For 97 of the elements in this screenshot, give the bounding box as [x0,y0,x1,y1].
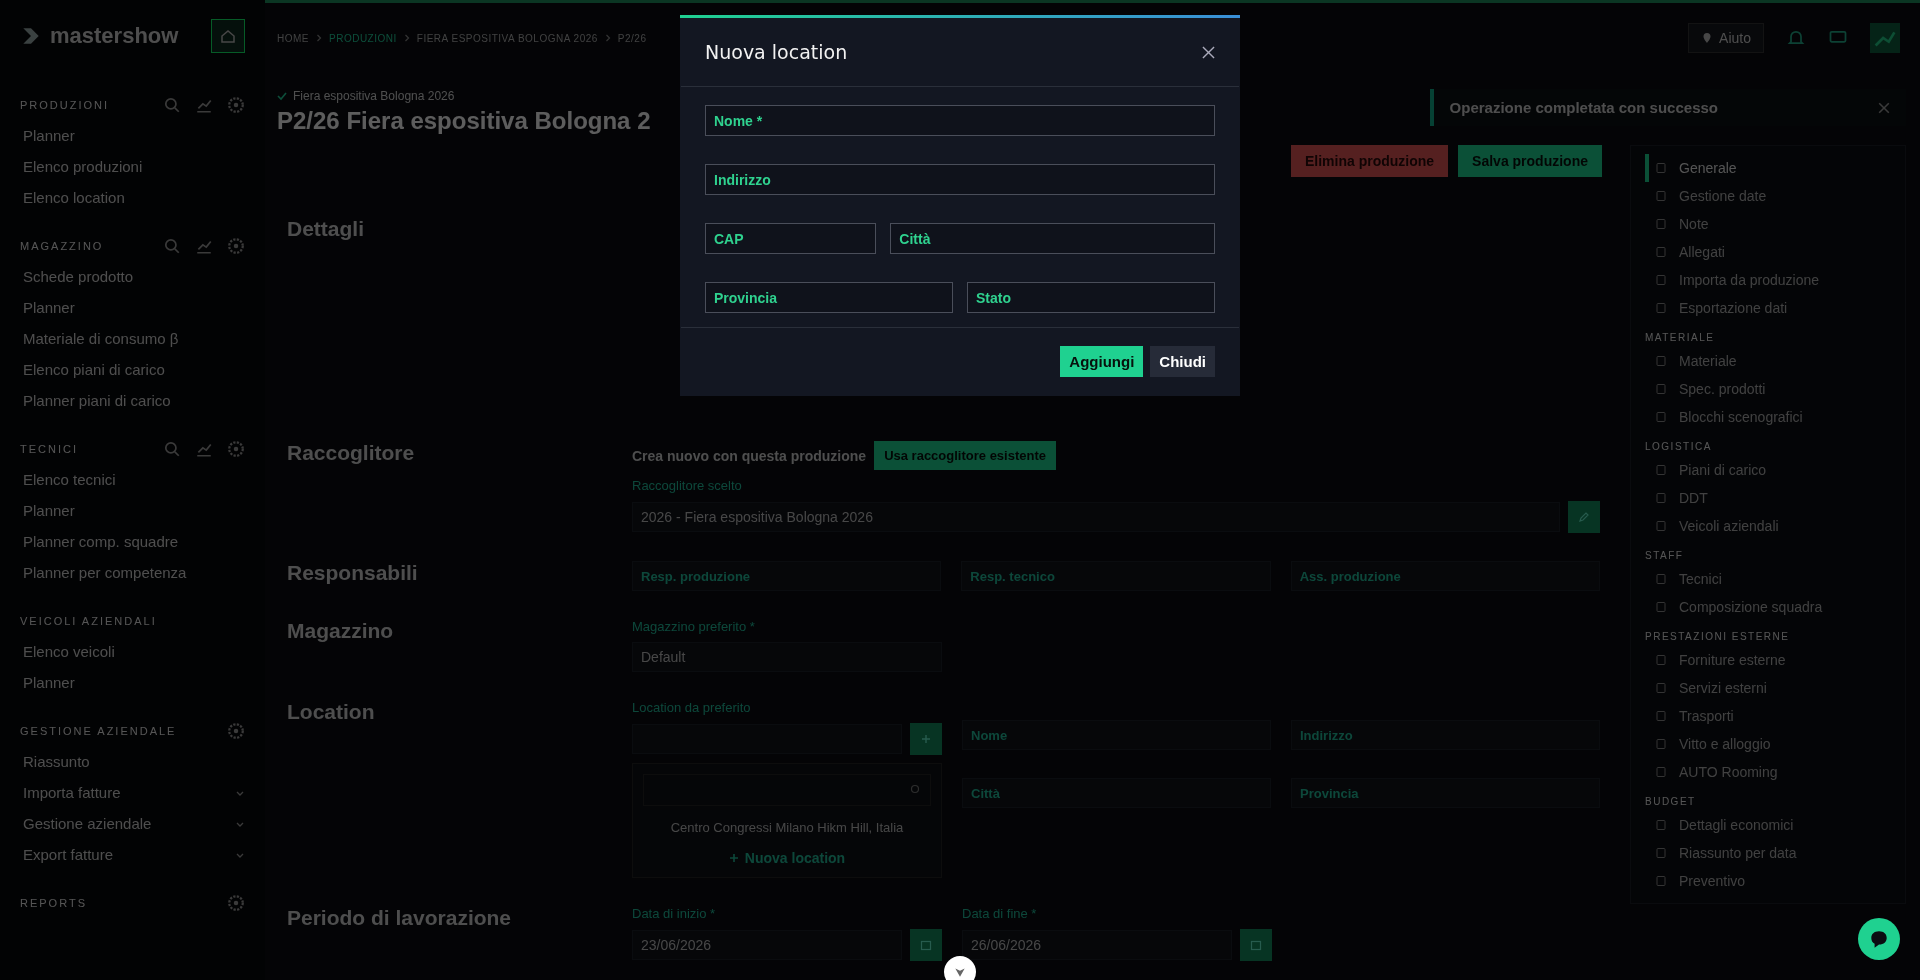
save-button[interactable]: Salva produzione [1458,145,1602,177]
use-existing-button[interactable]: Usa raccoglitore esistente [874,441,1056,470]
nav-group-title: BUDGET [1645,796,1697,807]
sidebar-item[interactable]: Planner [23,299,75,316]
sidebar-item[interactable]: Export fatture [23,846,114,863]
nav-group-title: MATERIALE [1645,332,1716,343]
sidebar-item[interactable]: Schede prodotto [23,268,134,285]
nav-item[interactable]: Dettagli economici [1645,811,1895,839]
input-field[interactable]: Città [962,778,1271,808]
breadcrumb-link[interactable]: FIERA ESPOSITIVA BOLOGNA 2026 [416,32,598,44]
nav-group-title: STAFF [1645,550,1685,561]
nav-group-title: LOGISTICA [1645,441,1713,452]
breadcrumb-link[interactable]: PRODUZIONI [329,32,397,44]
sidebar-section-title: MAGAZZINO [20,240,104,252]
nav-item[interactable]: Note [1645,210,1895,238]
help-button[interactable]: Aiuto [1688,23,1764,53]
nav-item[interactable]: Blocchi scenografici [1645,403,1895,431]
sidebar-section-title: VEICOLI AZIENDALI [20,615,157,627]
nav-item[interactable]: Composizione squadra [1645,593,1895,621]
sidebar-item[interactable]: Elenco location [23,189,125,206]
section-title: Dettagli [287,217,365,242]
nav-item[interactable]: Vitto e alloggio [1645,730,1895,758]
sidebar-item[interactable]: Riassunto [23,753,90,770]
nav-item[interactable]: Piani di carico [1645,456,1895,484]
input-field[interactable]: Città [890,223,1215,254]
sidebar-item[interactable]: Planner per competenza [23,564,187,581]
sidebar-section-title: REPORTS [20,897,87,909]
input-field[interactable]: Nome [962,720,1271,750]
section-title: Periodo di lavorazione [287,906,513,931]
page-title: P2/26 Fiera espositiva Bologna 2 [277,107,651,135]
field-label: Data di inizio * [632,906,717,921]
nav-item[interactable]: Esportazione dati [1645,294,1895,322]
delete-button[interactable]: Elimina produzione [1290,145,1449,177]
option-text: Crea nuovo con questa produzione [632,447,867,464]
select-field[interactable]: 2026 - Fiera espositiva Bologna 2026 [632,502,1560,532]
nav-item[interactable]: Veicoli aziendali [1645,512,1895,540]
section-title: Magazzino [287,619,395,644]
nav-item[interactable]: Allegati [1645,238,1895,266]
sidebar-item[interactable]: Planner comp. squadre [23,533,179,550]
add-button[interactable]: Aggiungi [1060,346,1144,377]
close-button[interactable]: Chiudi [1150,346,1215,377]
sidebar-item[interactable]: Elenco piani di carico [23,361,165,378]
dropdown-option[interactable]: Centro Congressi Milano Hikm Hill, Italia [670,820,904,835]
select-field[interactable]: Ass. produzione [1290,561,1600,591]
breadcrumb-link[interactable]: P2/26 [617,32,647,44]
section-title: Location [287,700,376,725]
field-label: Data di fine * [962,906,1038,921]
nav-item[interactable]: DDT [1645,484,1895,512]
select-field[interactable]: Resp. produzione [632,561,942,591]
new-location-button[interactable]: Nuova location [722,849,852,867]
sidebar-item[interactable]: Gestione aziendale [23,815,152,832]
field-label: Raccoglitore scelto [632,478,743,493]
date-field[interactable]: 23/06/2026 [632,930,902,960]
select-field[interactable]: Resp. tecnico [961,561,1271,591]
sidebar-section-title: TECNICI [20,443,78,455]
sidebar-item[interactable]: Elenco tecnici [23,471,116,488]
input-field[interactable]: Stato [967,282,1215,313]
field-label: Magazzino preferito * [632,619,756,634]
sidebar-item[interactable]: Elenco produzioni [23,158,143,175]
nav-group-title: PRESTAZIONI ESTERNE [1645,631,1791,642]
nav-item[interactable]: Riassunto per data [1645,839,1895,867]
sidebar-item[interactable]: Materiale di consumo β [23,330,179,347]
nav-item[interactable]: Materiale [1645,347,1895,375]
sidebar-item[interactable]: Planner [23,127,75,144]
nav-item[interactable]: Forniture esterne [1645,646,1895,674]
input-field[interactable]: Provincia [705,282,953,313]
sidebar-item[interactable]: Elenco veicoli [23,643,115,660]
input-field[interactable]: CAP [705,223,877,254]
sidebar-section-title: GESTIONE AZIENDALE [20,725,177,737]
sidebar-item[interactable]: Planner [23,674,75,691]
nav-item[interactable]: Servizi esterni [1645,674,1895,702]
section-title: Raccoglitore [287,441,416,466]
sidebar-item[interactable]: Planner piani di carico [23,392,171,409]
select-field[interactable]: Default [632,642,942,672]
nav-item[interactable]: Generale [1645,154,1895,182]
breadcrumb-link[interactable]: HOME [277,32,309,44]
field-label: Location da preferito [632,700,752,715]
nav-item[interactable]: Trasporti [1645,702,1895,730]
nav-item[interactable]: Spec. prodotti [1645,375,1895,403]
sidebar-section-title: PRODUZIONI [20,99,110,111]
nav-item[interactable]: AUTO Rooming [1645,758,1895,786]
nav-item[interactable]: Preventivo [1645,867,1895,895]
input-field[interactable]: Provincia [1291,778,1600,808]
date-field[interactable]: 26/06/2026 [962,930,1232,960]
section-title: Responsabili [287,561,419,586]
input-field[interactable]: Indirizzo [1291,720,1600,750]
nav-item[interactable]: Tecnici [1645,565,1895,593]
sidebar-item[interactable]: Planner [23,502,75,519]
modal-title: Nuova location [705,41,848,63]
input-field[interactable]: Indirizzo [705,164,1215,195]
input-field[interactable]: Nome * [705,105,1215,136]
toast-message: Operazione completata con successo [1449,99,1718,116]
page-subtitle: Fiera espositiva Bologna 2026 [293,89,455,103]
sidebar-item[interactable]: Importa fatture [23,784,121,801]
brand-name: mastershow [50,23,180,49]
nav-item[interactable]: Gestione date [1645,182,1895,210]
nav-item[interactable]: Importa da produzione [1645,266,1895,294]
